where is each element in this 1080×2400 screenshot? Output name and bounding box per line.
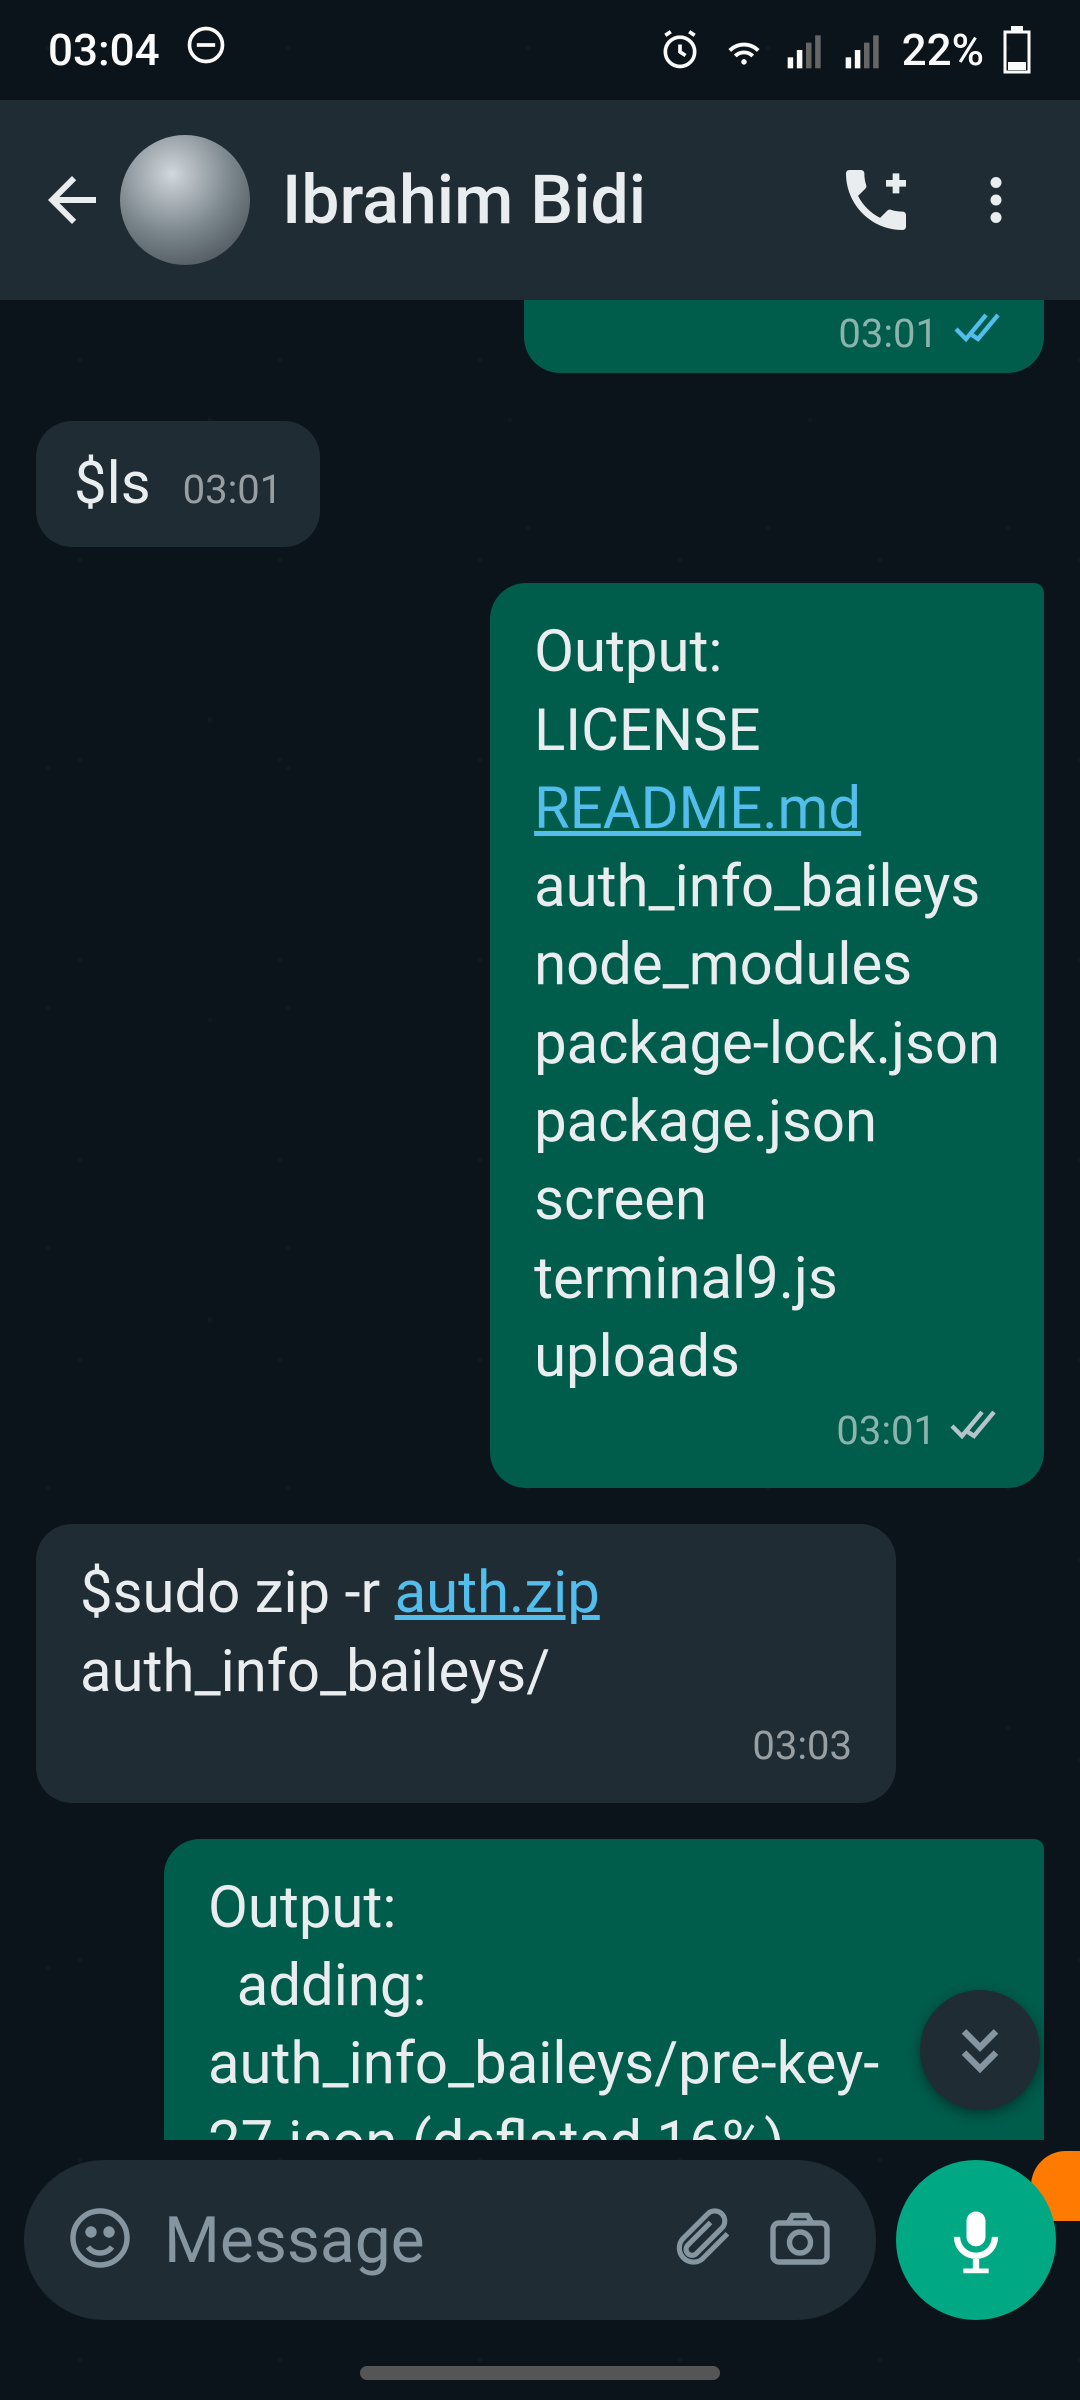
- contact-avatar[interactable]: [120, 135, 250, 265]
- battery-icon: [1002, 26, 1032, 74]
- message-text: $ls: [74, 445, 151, 523]
- message-in[interactable]: $ls 03:01: [36, 421, 320, 547]
- back-button[interactable]: [24, 152, 120, 248]
- chat-area[interactable]: 03:01 $ls 03:01 Output: LICENSE README.m…: [0, 300, 1080, 2140]
- message-input-placeholder: Message: [164, 2203, 640, 2278]
- emoji-icon[interactable]: [64, 2202, 136, 2278]
- message-time: 03:03: [752, 1719, 852, 1773]
- signal-icon: [844, 28, 884, 72]
- scroll-to-bottom-button[interactable]: [920, 1990, 1040, 2110]
- link[interactable]: README.md: [534, 775, 861, 843]
- signal-icon: [786, 28, 826, 72]
- link[interactable]: auth.zip: [395, 1559, 600, 1627]
- battery-pct: 22%: [902, 24, 984, 76]
- message-in[interactable]: $sudo zip -r auth.zip auth_info_baileys/…: [36, 1524, 896, 1803]
- attach-icon[interactable]: [668, 2204, 736, 2276]
- message-input[interactable]: Message: [24, 2160, 876, 2320]
- camera-icon[interactable]: [764, 2202, 836, 2278]
- dnd-icon: [184, 23, 228, 78]
- nav-handle[interactable]: [360, 2366, 720, 2380]
- more-button[interactable]: [936, 140, 1056, 260]
- app-bar: Ibrahim Bidi: [0, 100, 1080, 300]
- contact-name[interactable]: Ibrahim Bidi: [282, 160, 816, 240]
- message-time: 03:01: [836, 1404, 936, 1458]
- message-text: Output: LICENSE README.md auth_info_bail…: [534, 613, 1000, 1396]
- message-out-truncated[interactable]: 03:01: [524, 300, 1044, 373]
- status-bar: 03:04 22%: [0, 0, 1080, 100]
- message-time: 03:01: [183, 463, 283, 517]
- mic-button[interactable]: [896, 2160, 1056, 2320]
- read-receipt-icon: [948, 1404, 1000, 1458]
- call-button[interactable]: [816, 140, 936, 260]
- wifi-icon: [720, 28, 768, 72]
- status-time: 03:04: [48, 24, 160, 76]
- message-time: 03:01: [838, 310, 938, 357]
- message-text: Output: adding: auth_info_baileys/pre-ke…: [208, 1869, 1000, 2140]
- message-out[interactable]: Output: LICENSE README.md auth_info_bail…: [490, 583, 1044, 1488]
- alarm-icon: [658, 28, 702, 72]
- message-text: $sudo zip -r auth.zip auth_info_baileys/: [80, 1554, 852, 1711]
- message-out[interactable]: Output: adding: auth_info_baileys/pre-ke…: [164, 1839, 1044, 2140]
- input-bar: Message: [0, 2140, 1080, 2400]
- read-receipt-icon: [952, 310, 1004, 357]
